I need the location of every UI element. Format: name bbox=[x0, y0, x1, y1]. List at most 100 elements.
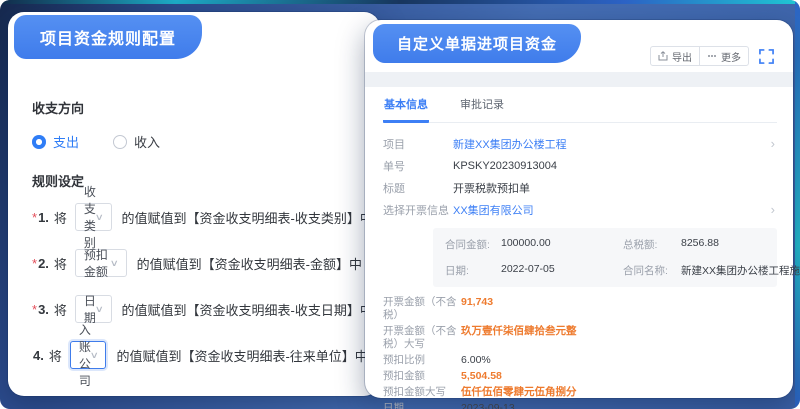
header-band bbox=[365, 72, 793, 87]
info-row-title: 标题 开票税款预扣单 bbox=[383, 177, 777, 199]
toolbar-button-group: 导出 更多 bbox=[650, 46, 749, 66]
project-link[interactable]: 新建XX集团办公楼工程 bbox=[453, 136, 567, 152]
contract-date-value: 2022-07-05 bbox=[501, 263, 619, 278]
field-label: 日期 bbox=[383, 402, 461, 409]
detail-toolbar: 导出 更多 bbox=[650, 46, 775, 66]
rule-number: 1. bbox=[38, 210, 49, 225]
required-mark: * bbox=[32, 210, 37, 225]
required-mark: * bbox=[32, 256, 37, 271]
rule-verb: 将 bbox=[54, 254, 67, 273]
info-row-project[interactable]: 项目 新建XX集团办公楼工程 › bbox=[383, 133, 777, 155]
more-button-label: 更多 bbox=[721, 49, 741, 64]
chevron-down-icon[interactable]: ∨ bbox=[95, 304, 104, 315]
radio-option-income[interactable]: 收入 bbox=[113, 132, 160, 151]
export-icon bbox=[658, 51, 668, 61]
required-mark: * bbox=[32, 302, 37, 317]
field-label: 单号 bbox=[383, 158, 453, 174]
rule-number: 4. bbox=[33, 348, 44, 363]
panel-title-right: 自定义单据进项目资金 bbox=[373, 24, 581, 63]
chevron-right-icon[interactable]: › bbox=[771, 202, 775, 217]
field-select-2[interactable]: 预扣金额 ∨ bbox=[75, 249, 127, 277]
rule-verb: 将 bbox=[49, 346, 62, 365]
detail-row-date: 日期 2023-09-13 bbox=[383, 402, 777, 409]
right-accent-line bbox=[795, 0, 800, 409]
contract-amount-label: 合同金额: bbox=[445, 237, 497, 252]
invoice-amount-caps-value: 玖万壹仟柒佰肆拾叁元整 bbox=[461, 325, 577, 338]
withhold-amount-caps-value: 伍仟伍佰零肆元伍角捌分 bbox=[461, 386, 577, 399]
detail-content: 基本信息 审批记录 项目 新建XX集团办公楼工程 › 单号 KPSKY20230… bbox=[365, 90, 793, 398]
info-field-list: 项目 新建XX集团办公楼工程 › 单号 KPSKY20230913004 标题 … bbox=[383, 133, 777, 221]
fullscreen-icon bbox=[759, 49, 774, 64]
field-label: 预扣金额大写 bbox=[383, 386, 461, 399]
field-select-3[interactable]: 日期 ∨ bbox=[75, 295, 112, 323]
more-button[interactable]: 更多 bbox=[699, 46, 749, 66]
rules-list: * 1. 将 收支类别 ∨ 的值赋值到【资金收支明细表-收支类别】中 * 2. … bbox=[32, 202, 362, 370]
withhold-amount-value: 5,504.58 bbox=[461, 370, 502, 383]
radio-option-expense[interactable]: 支出 bbox=[32, 132, 79, 151]
detail-field-list: 开票金额（不含税） 91,743 开票金额（不含税）大写 玖万壹仟柒佰肆拾叁元整… bbox=[383, 296, 777, 409]
radio-label: 收入 bbox=[134, 132, 160, 151]
export-button[interactable]: 导出 bbox=[650, 46, 700, 66]
field-select-1[interactable]: 收支类别 ∨ bbox=[75, 203, 112, 231]
contract-summary-box: 合同金额: 100000.00 总税额: 8256.88 日期: 2022-07… bbox=[433, 228, 777, 287]
rule-verb: 将 bbox=[54, 208, 67, 227]
radio-selected-icon[interactable] bbox=[32, 135, 46, 149]
invoice-amount-value: 91,743 bbox=[461, 296, 493, 309]
rule-description: 的值赋值到【资金收支明细表-金额】中 bbox=[137, 254, 362, 273]
rule-number: 3. bbox=[38, 302, 49, 317]
panel-title-left: 项目资金规则配置 bbox=[14, 15, 202, 59]
detail-tabs: 基本信息 审批记录 bbox=[383, 90, 777, 123]
chevron-down-icon[interactable]: ∨ bbox=[110, 258, 119, 269]
detail-row-withhold-amount-caps: 预扣金额大写 伍仟伍佰零肆元伍角捌分 bbox=[383, 386, 777, 399]
tab-approval-log[interactable]: 审批记录 bbox=[459, 90, 505, 122]
chevron-down-icon[interactable]: ∨ bbox=[90, 350, 99, 361]
contract-date-label: 日期: bbox=[445, 263, 497, 278]
rule-row-2: * 2. 将 预扣金额 ∨ 的值赋值到【资金收支明细表-金额】中 bbox=[32, 248, 362, 278]
top-accent-line bbox=[0, 0, 800, 4]
field-label: 标题 bbox=[383, 180, 453, 196]
field-label: 开票金额（不含税） bbox=[383, 296, 461, 322]
field-select-4[interactable]: 入账公司 ∨ bbox=[70, 341, 107, 369]
chevron-down-icon[interactable]: ∨ bbox=[95, 212, 104, 223]
rule-verb: 将 bbox=[54, 300, 67, 319]
total-tax-label: 总税额: bbox=[623, 237, 677, 252]
direction-radio-group: 支出 收入 bbox=[32, 132, 362, 151]
detail-row-withhold-amount: 预扣金额 5,504.58 bbox=[383, 370, 777, 383]
field-label: 项目 bbox=[383, 136, 453, 152]
total-tax-value: 8256.88 bbox=[681, 237, 800, 252]
rule-description: 的值赋值到【资金收支明细表-往来单位】中 bbox=[116, 346, 367, 365]
rule-row-3: * 3. 将 日期 ∨ 的值赋值到【资金收支明细表-收支日期】中 bbox=[32, 294, 362, 324]
field-label: 预扣金额 bbox=[383, 370, 461, 383]
detail-row-withhold-ratio: 预扣比例 6.00% bbox=[383, 354, 777, 367]
field-value: 开票税款预扣单 bbox=[453, 180, 530, 196]
rule-row-4: 4. 将 入账公司 ∨ 的值赋值到【资金收支明细表-往来单位】中 bbox=[32, 340, 362, 370]
radio-label: 支出 bbox=[53, 132, 79, 151]
withhold-ratio-value: 6.00% bbox=[461, 354, 491, 367]
field-value: KPSKY20230913004 bbox=[453, 160, 557, 172]
contract-name-label: 合同名称: bbox=[623, 263, 677, 278]
more-icon bbox=[707, 51, 717, 61]
field-label: 选择开票信息 bbox=[383, 202, 453, 218]
invoice-company-link[interactable]: XX集团有限公司 bbox=[453, 202, 534, 218]
select-value: 预扣金额 bbox=[84, 246, 111, 280]
app-background: 项目资金规则配置 收支方向 支出 收入 规则设定 * 1. 将 bbox=[0, 0, 800, 409]
rule-config-panel: 项目资金规则配置 收支方向 支出 收入 规则设定 * 1. 将 bbox=[8, 12, 380, 396]
rule-number: 2. bbox=[38, 256, 49, 271]
direction-section-label: 收支方向 bbox=[32, 98, 362, 117]
rule-row-1: * 1. 将 收支类别 ∨ 的值赋值到【资金收支明细表-收支类别】中 bbox=[32, 202, 362, 232]
rules-section-label: 规则设定 bbox=[32, 171, 362, 190]
contract-amount-value: 100000.00 bbox=[501, 237, 619, 252]
rule-description: 的值赋值到【资金收支明细表-收支类别】中 bbox=[122, 208, 373, 227]
radio-unselected-icon[interactable] bbox=[113, 135, 127, 149]
date-value: 2023-09-13 bbox=[461, 402, 515, 409]
export-button-label: 导出 bbox=[672, 49, 692, 64]
info-row-invoice-info[interactable]: 选择开票信息 XX集团有限公司 › bbox=[383, 199, 777, 221]
tab-basic-info[interactable]: 基本信息 bbox=[383, 90, 429, 123]
chevron-right-icon[interactable]: › bbox=[771, 136, 775, 151]
fullscreen-button[interactable] bbox=[757, 47, 775, 65]
field-label: 开票金额（不含税）大写 bbox=[383, 325, 461, 351]
field-label: 预扣比例 bbox=[383, 354, 461, 367]
contract-name-value: 新建XX集团办公楼工程施工总承包合同 bbox=[681, 263, 800, 278]
info-row-doc-number: 单号 KPSKY20230913004 bbox=[383, 155, 777, 177]
detail-row-invoice-amount-caps: 开票金额（不含税）大写 玖万壹仟柒佰肆拾叁元整 bbox=[383, 325, 777, 351]
